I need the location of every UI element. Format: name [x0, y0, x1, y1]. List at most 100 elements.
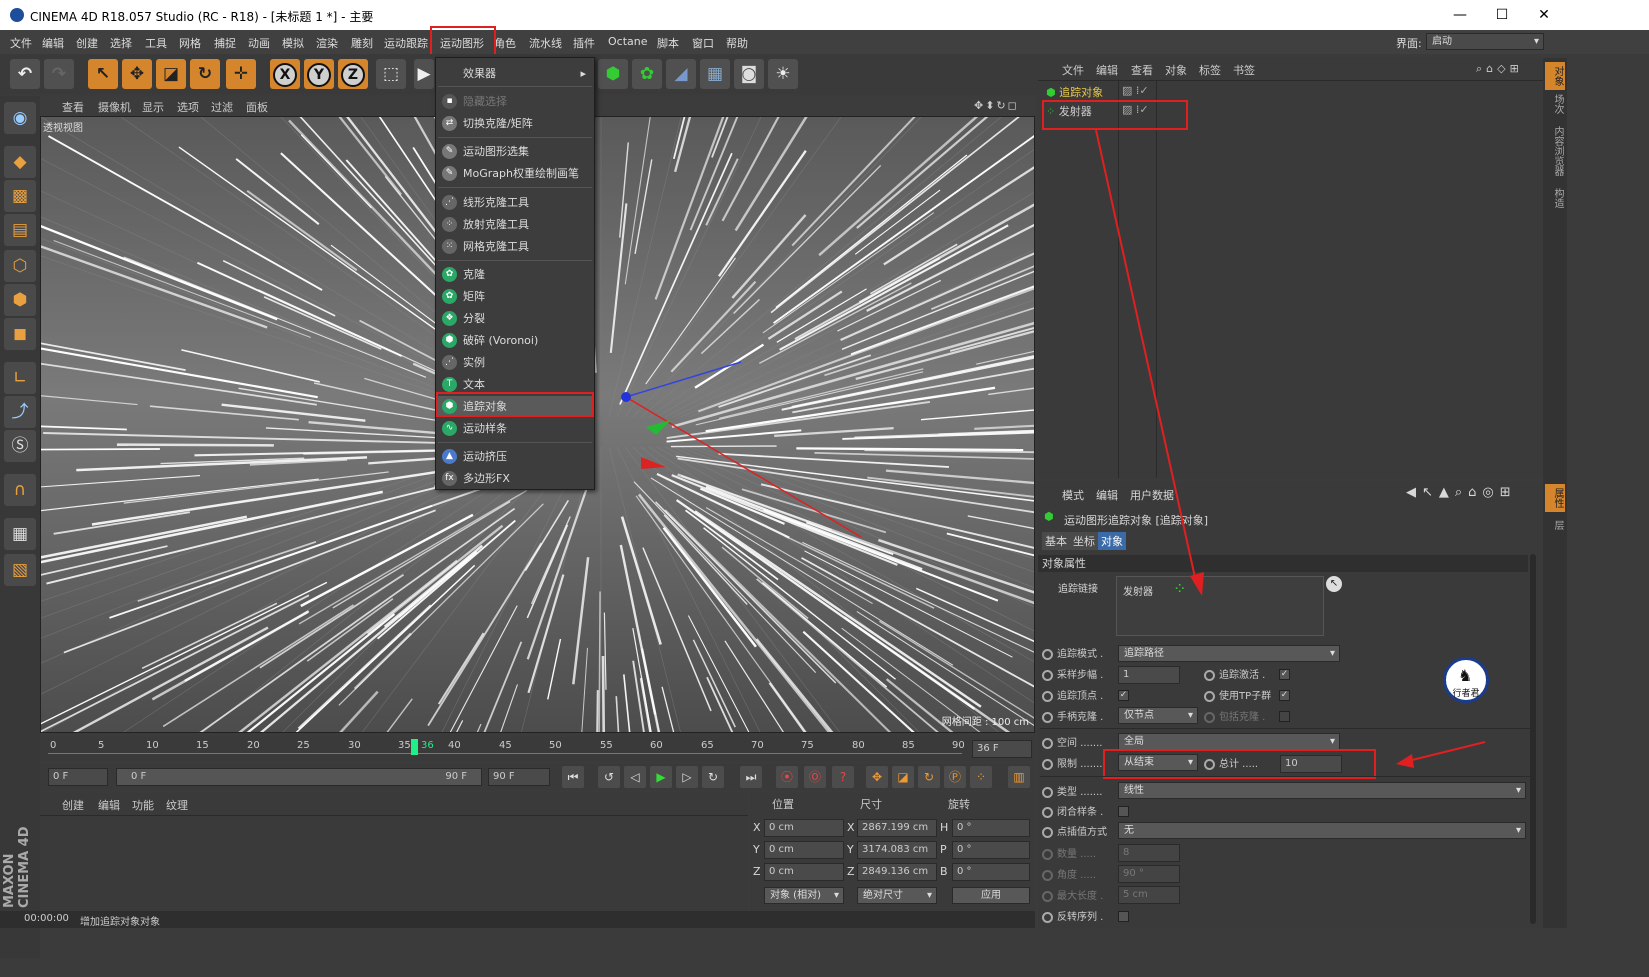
menu-select[interactable]: 选择 [110, 35, 132, 51]
axis-mode-icon[interactable]: ∟ [4, 362, 36, 394]
goto-end-icon[interactable]: ⏭ [740, 766, 762, 788]
vp-filter[interactable]: 过滤 [211, 99, 233, 115]
size-y-field[interactable]: 3174.083 cm [857, 841, 937, 859]
radio-icon[interactable] [1042, 737, 1053, 749]
menu-plugins[interactable]: 插件 [573, 35, 595, 51]
size-x-field[interactable]: 2867.199 cm [857, 819, 937, 837]
tab-coords[interactable]: 坐标 [1070, 532, 1098, 550]
menu-snap[interactable]: 捕捉 [214, 35, 236, 51]
current-frame-marker[interactable] [411, 739, 418, 755]
angle-field[interactable]: 90 ° [1118, 865, 1180, 883]
reverse-checkbox[interactable] [1118, 911, 1129, 922]
menu-item-mospline[interactable]: ∿ 运动样条 [436, 418, 594, 439]
vp-options[interactable]: 选项 [177, 99, 199, 115]
key-param-icon[interactable]: Ⓟ [944, 766, 966, 788]
interp-dropdown[interactable]: 无 [1118, 822, 1526, 839]
key-rotation-icon[interactable]: ↻ [918, 766, 940, 788]
vp-panel[interactable]: 面板 [246, 99, 268, 115]
menu-item-effectors[interactable]: 效果器 ▸ [436, 63, 594, 84]
mat-create[interactable]: 创建 [62, 797, 84, 813]
link-picker-icon[interactable]: ↖ [1326, 576, 1342, 592]
menu-window[interactable]: 窗口 [692, 35, 714, 51]
space-dropdown[interactable]: 全局 [1118, 733, 1340, 750]
rtab-objects[interactable]: 对象 [1545, 62, 1565, 90]
obj-menu-file[interactable]: 文件 [1062, 62, 1084, 78]
rot-b-field[interactable]: 0 ° [952, 863, 1030, 881]
x-axis-lock-icon[interactable]: X [270, 59, 300, 89]
undo-icon[interactable]: ↶ [10, 59, 40, 89]
render-view-icon[interactable]: ▶ [414, 59, 434, 89]
tab-basic[interactable]: 基本 [1042, 532, 1070, 550]
minimize-button[interactable]: — [1440, 4, 1480, 26]
rotate-tool-icon[interactable]: ↻ [190, 59, 220, 89]
trace-link-field[interactable]: 发射器 ⁘ [1116, 576, 1324, 636]
radio-icon[interactable] [1042, 711, 1053, 723]
menu-item-toggle-clone[interactable]: ⇄ 切换克隆/矩阵 [436, 113, 594, 134]
radio-icon[interactable] [1042, 648, 1053, 660]
attr-menu-edit[interactable]: 编辑 [1096, 487, 1118, 503]
trace-active-checkbox[interactable]: ✓ [1279, 669, 1290, 680]
menu-item-weight-paint[interactable]: ✎ MoGraph权重绘制画笔 [436, 163, 594, 184]
menu-item-mograph-selection[interactable]: ✎ 运动图形选集 [436, 141, 594, 162]
menu-simulate[interactable]: 模拟 [282, 35, 304, 51]
layout-dropdown[interactable]: 启动 [1426, 33, 1544, 50]
menu-mesh[interactable]: 网格 [179, 35, 201, 51]
record-keyframe-icon[interactable]: ⦿ [776, 766, 798, 788]
radio-icon[interactable] [1042, 826, 1053, 838]
coord-mode-dropdown[interactable]: 对象 (相对) [764, 887, 844, 904]
rot-p-field[interactable]: 0 ° [952, 841, 1030, 859]
radio-icon[interactable] [1204, 669, 1215, 681]
next-key-icon[interactable]: ↻ [702, 766, 724, 788]
obj-menu-view[interactable]: 查看 [1131, 62, 1153, 78]
deformer-icon[interactable]: ◢ [666, 59, 696, 89]
workplane-lock-icon[interactable]: ▦ [4, 518, 36, 550]
rtab-takes[interactable]: 场次 [1545, 90, 1565, 118]
vp-view[interactable]: 查看 [62, 99, 84, 115]
menu-item-matrix[interactable]: ✿ 矩阵 [436, 286, 594, 307]
magnet-icon[interactable]: ∩ [4, 474, 36, 506]
menu-item-cloner[interactable]: ✿ 克隆 [436, 264, 594, 285]
tweak-mode-icon[interactable]: ⤴ [4, 396, 36, 428]
menu-item-polyfx[interactable]: fx 多边形FX [436, 468, 594, 489]
menu-item-instance[interactable]: ⋰ 实例 [436, 352, 594, 373]
menu-item-hide-selection[interactable]: ▪ 隐藏选择 [436, 91, 594, 112]
key-pla-icon[interactable]: ⁘ [970, 766, 992, 788]
trace-mode-dropdown[interactable]: 追踪路径 [1118, 645, 1340, 662]
object-name-tracer[interactable]: 追踪对象 [1059, 86, 1103, 99]
maxlen-field[interactable]: 5 cm [1118, 886, 1180, 904]
closed-checkbox[interactable] [1118, 806, 1129, 817]
menu-item-moextrude[interactable]: ▲ 运动挤压 [436, 446, 594, 467]
vp-camera[interactable]: 摄像机 [98, 99, 131, 115]
redo-icon[interactable]: ↷ [44, 59, 74, 89]
tab-object[interactable]: 对象 [1098, 532, 1126, 550]
attr-scrollbar[interactable] [1530, 554, 1536, 924]
radio-icon[interactable] [1042, 869, 1053, 881]
menu-render[interactable]: 渲染 [316, 35, 338, 51]
radio-icon[interactable] [1042, 669, 1053, 681]
attr-menu-userdata[interactable]: 用户数据 [1130, 487, 1174, 503]
menu-motion-tracker[interactable]: 运动跟踪 [384, 35, 428, 51]
z-axis-lock-icon[interactable]: Z [338, 59, 368, 89]
maximize-button[interactable]: ☐ [1482, 4, 1522, 26]
edges-mode-icon[interactable]: ⬢ [4, 284, 36, 316]
cloner-icon[interactable]: ✿ [632, 59, 662, 89]
end-frame-field[interactable]: 90 F [488, 768, 550, 786]
radio-icon[interactable] [1042, 806, 1053, 818]
rtab-attributes[interactable]: 属性 [1545, 484, 1565, 512]
menu-item-grid-clone[interactable]: ⁙ 网格克隆工具 [436, 236, 594, 257]
start-frame-field[interactable]: 0 F [48, 768, 108, 786]
mat-texture[interactable]: 纹理 [166, 797, 188, 813]
camera-icon[interactable]: ◙ [734, 59, 764, 89]
menu-help[interactable]: 帮助 [726, 35, 748, 51]
rtab-layers[interactable]: 层 [1545, 516, 1565, 534]
menu-create[interactable]: 创建 [76, 35, 98, 51]
obj-menu-bookmarks[interactable]: 书签 [1233, 62, 1255, 78]
grid-icon[interactable]: ▧ [4, 554, 36, 586]
mat-edit[interactable]: 编辑 [98, 797, 120, 813]
autokey-icon[interactable]: Ⓞ [804, 766, 826, 788]
apply-button[interactable]: 应用 [952, 887, 1030, 904]
attr-nav-icons[interactable]: ◀↖▲⌕⌂◎⊞ [1406, 485, 1517, 500]
timeline[interactable]: 0 5 10 15 20 25 30 35 36 40 45 50 55 60 … [40, 737, 1035, 761]
menu-pipeline[interactable]: 流水线 [529, 35, 562, 51]
menu-item-voronoi[interactable]: ⬢ 破碎 (Voronoi) [436, 330, 594, 351]
